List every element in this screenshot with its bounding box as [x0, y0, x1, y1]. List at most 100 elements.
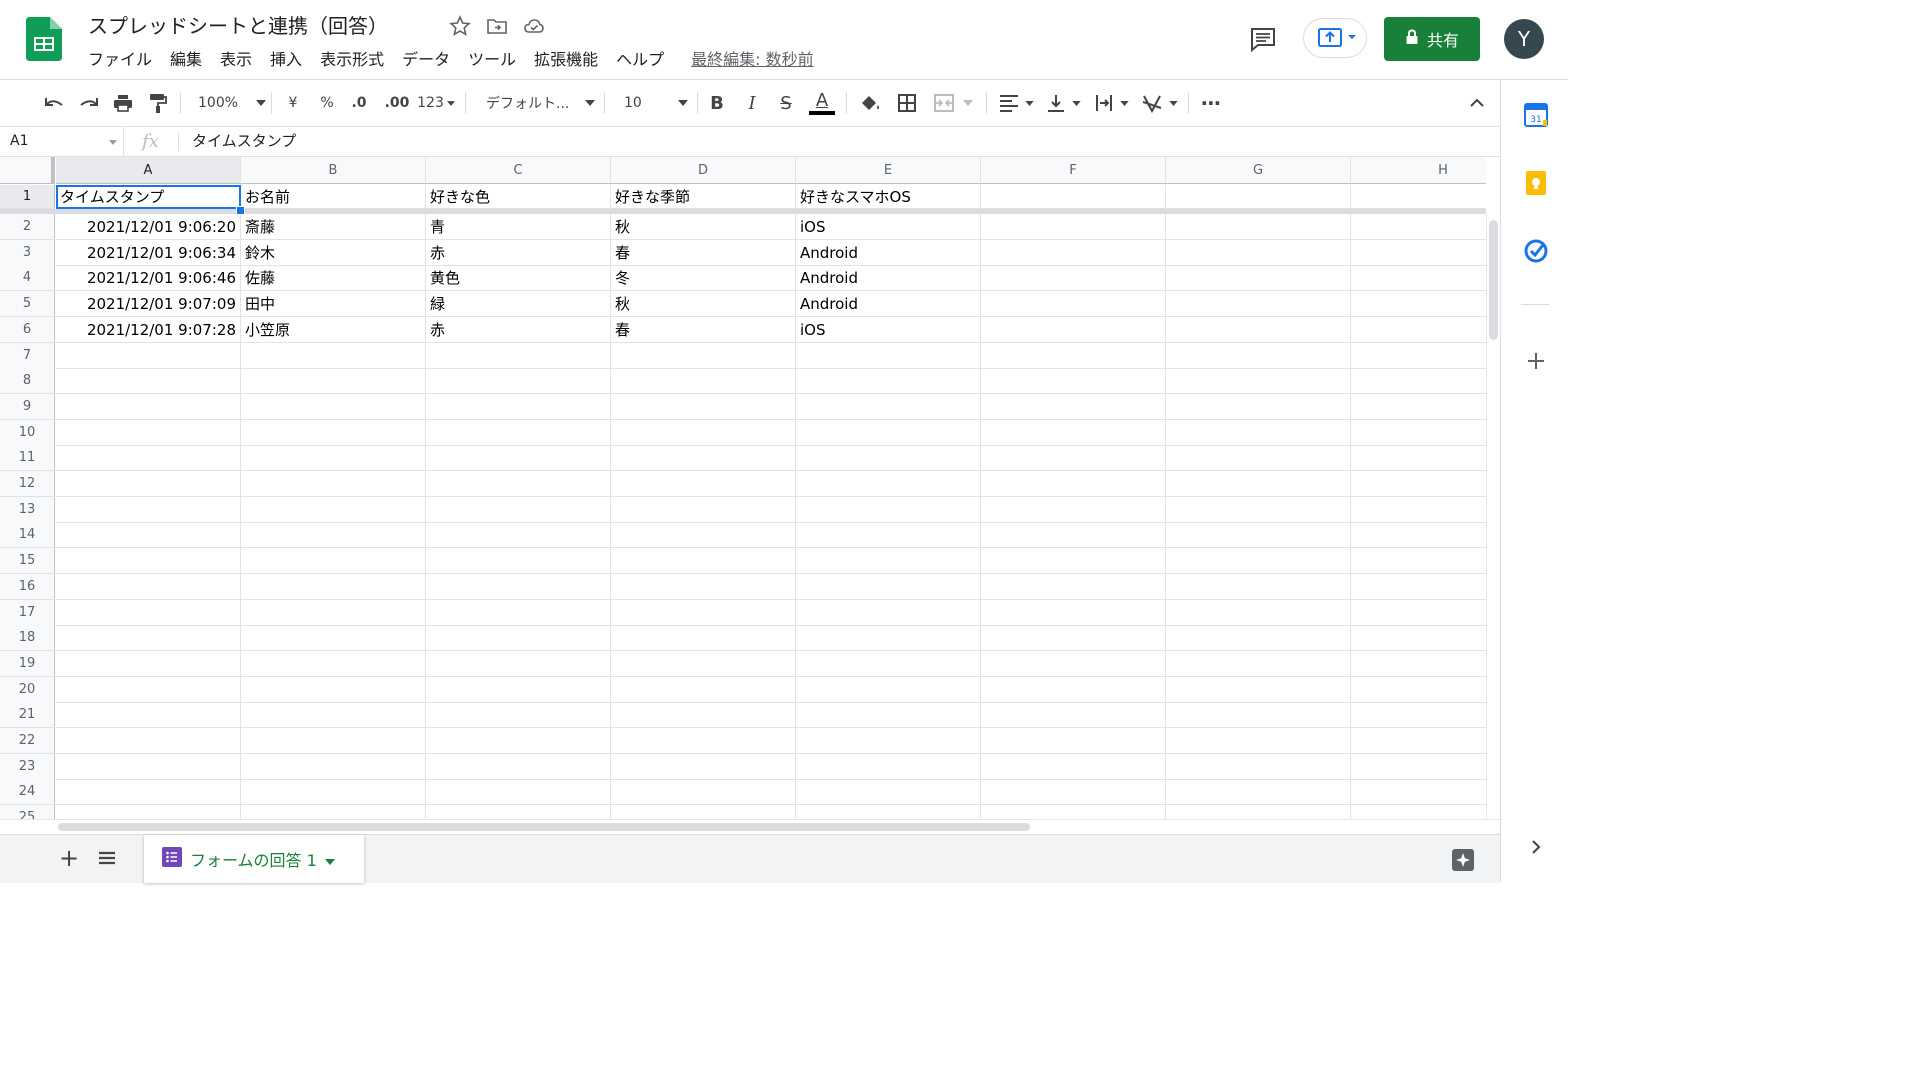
row-header-25[interactable]: 25 [0, 805, 55, 819]
cell-b6[interactable]: 小笠原 [241, 316, 426, 343]
cell-d25[interactable] [611, 805, 796, 819]
cell-a18[interactable] [56, 625, 241, 652]
vertical-scrollbar[interactable] [1486, 214, 1501, 819]
move-folder-icon[interactable] [485, 14, 509, 38]
cell-c24[interactable] [426, 779, 611, 806]
cell-c23[interactable] [426, 753, 611, 780]
cell-f9[interactable] [981, 393, 1166, 420]
cell-b2[interactable]: 斎藤 [241, 214, 426, 240]
menu-tools[interactable]: ツール [459, 48, 525, 72]
cell-b16[interactable] [241, 573, 426, 600]
cell-c1[interactable]: 好きな色 [426, 185, 611, 209]
row-header-17[interactable]: 17 [0, 599, 55, 626]
borders-icon[interactable] [894, 90, 920, 116]
cell-f15[interactable] [981, 548, 1166, 575]
cell-h9[interactable] [1351, 394, 1486, 420]
cell-a13[interactable] [56, 496, 241, 523]
cell-b17[interactable] [241, 599, 426, 626]
vertical-align-icon[interactable] [1044, 90, 1082, 116]
formula-input[interactable]: タイムスタンプ [192, 127, 296, 156]
fill-color-icon[interactable] [857, 90, 883, 116]
row-header-19[interactable]: 19 [0, 650, 55, 677]
cell-e12[interactable] [796, 471, 981, 497]
column-header-g[interactable]: G [1166, 157, 1351, 184]
cell-g14[interactable] [1166, 522, 1351, 549]
row-header-10[interactable]: 10 [0, 419, 55, 446]
cell-e1[interactable]: 好きなスマホOS [796, 185, 981, 209]
column-header-a[interactable]: A [56, 157, 241, 184]
cell-d17[interactable] [611, 599, 796, 626]
cell-d22[interactable] [611, 728, 796, 754]
cell-g13[interactable] [1166, 496, 1351, 523]
star-icon[interactable] [448, 14, 472, 38]
cell-g4[interactable] [1166, 265, 1351, 292]
menu-data[interactable]: データ [393, 48, 459, 72]
cell-e15[interactable] [796, 548, 981, 575]
cell-c12[interactable] [426, 471, 611, 497]
cell-d23[interactable] [611, 753, 796, 780]
row-header-24[interactable]: 24 [0, 779, 55, 806]
cell-a17[interactable] [56, 599, 241, 626]
cell-e25[interactable] [796, 805, 981, 819]
cell-d6[interactable]: 春 [611, 316, 796, 343]
cell-h17[interactable] [1351, 600, 1486, 626]
zoom-select[interactable]: 100% [192, 90, 267, 116]
cell-f5[interactable] [981, 291, 1166, 318]
cell-d12[interactable] [611, 471, 796, 497]
comment-history-icon[interactable] [1246, 22, 1280, 56]
vertical-scroll-thumb[interactable] [1489, 220, 1498, 340]
horizontal-scrollbar[interactable] [0, 819, 1500, 834]
cell-g22[interactable] [1166, 728, 1351, 754]
present-button[interactable] [1303, 18, 1367, 58]
cell-b24[interactable] [241, 779, 426, 806]
cell-g11[interactable] [1166, 445, 1351, 472]
row-header-12[interactable]: 12 [0, 471, 55, 497]
font-size-select[interactable]: 10 [616, 90, 688, 116]
cell-f20[interactable] [981, 676, 1166, 703]
cell-g9[interactable] [1166, 393, 1351, 420]
cell-g24[interactable] [1166, 779, 1351, 806]
cell-e24[interactable] [796, 779, 981, 806]
text-rotation-icon[interactable] [1140, 90, 1178, 116]
cell-h11[interactable] [1351, 445, 1486, 472]
cell-c3[interactable]: 赤 [426, 239, 611, 266]
cell-e17[interactable] [796, 599, 981, 626]
cell-a5[interactable]: 2021/12/01 9:07:09 [56, 291, 241, 318]
cell-a2[interactable]: 2021/12/01 9:06:20 [56, 214, 241, 240]
cell-h2[interactable] [1351, 214, 1486, 240]
cell-d4[interactable]: 冬 [611, 265, 796, 292]
cell-c2[interactable]: 青 [426, 214, 611, 240]
cell-d16[interactable] [611, 573, 796, 600]
column-header-b[interactable]: B [241, 157, 426, 184]
row-header-13[interactable]: 13 [0, 496, 55, 523]
cell-e9[interactable] [796, 393, 981, 420]
cell-e23[interactable] [796, 753, 981, 780]
cell-f3[interactable] [981, 239, 1166, 266]
cell-g21[interactable] [1166, 702, 1351, 729]
cell-g23[interactable] [1166, 753, 1351, 780]
cell-g12[interactable] [1166, 471, 1351, 497]
row-header-4[interactable]: 4 [0, 265, 55, 292]
cell-f19[interactable] [981, 650, 1166, 677]
cell-h6[interactable] [1351, 317, 1486, 343]
merge-cells-icon[interactable] [929, 90, 977, 116]
cell-f8[interactable] [981, 368, 1166, 395]
cell-e10[interactable] [796, 419, 981, 446]
cell-g2[interactable] [1166, 214, 1351, 240]
italic-button[interactable]: I [741, 90, 763, 116]
cell-b25[interactable] [241, 805, 426, 819]
cell-c15[interactable] [426, 548, 611, 575]
menu-view[interactable]: 表示 [211, 48, 261, 72]
row-header-11[interactable]: 11 [0, 445, 55, 472]
cell-d20[interactable] [611, 676, 796, 703]
increase-decimal-button[interactable]: .00 [382, 90, 412, 116]
cell-b19[interactable] [241, 650, 426, 677]
cell-h12[interactable] [1351, 471, 1486, 497]
row-header-22[interactable]: 22 [0, 728, 55, 754]
grid-corner[interactable] [0, 157, 55, 184]
cell-a12[interactable] [56, 471, 241, 497]
cell-c20[interactable] [426, 676, 611, 703]
menu-file[interactable]: ファイル [88, 48, 161, 72]
cell-c6[interactable]: 赤 [426, 316, 611, 343]
cell-a7[interactable] [56, 342, 241, 369]
